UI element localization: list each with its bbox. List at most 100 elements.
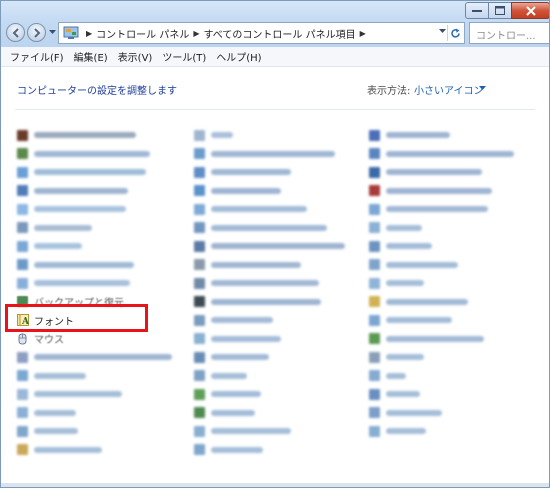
list-item-mouse[interactable]: マウス [17,330,172,349]
chevron-right-icon: ▶ [86,28,93,38]
list-item[interactable] [17,182,172,201]
list-item[interactable] [369,126,514,145]
list-item[interactable] [194,237,345,256]
list-item[interactable] [194,348,345,367]
item-icon [194,314,205,326]
list-item[interactable] [369,274,514,293]
blurred-label [386,391,420,398]
item-icon [369,166,380,178]
list-item[interactable] [194,311,345,330]
blurred-label [386,280,424,287]
blurred-label [386,298,468,305]
list-item[interactable] [194,163,345,182]
list-item[interactable] [17,145,172,164]
list-item[interactable] [17,126,172,145]
blurred-label [211,187,281,194]
chevron-right-icon[interactable]: ▶ [193,29,199,38]
list-item[interactable] [194,330,345,349]
list-item[interactable] [369,145,514,164]
list-item[interactable] [17,367,172,386]
menu-help[interactable]: ヘルプ(H) [211,49,266,64]
blurred-label [34,243,82,250]
back-button[interactable] [6,23,25,42]
list-item[interactable] [194,385,345,404]
items-column-1: バックアップと復元 A フォント マウス [17,126,172,459]
blurred-label [211,132,233,139]
list-item[interactable] [194,404,345,423]
minimize-button[interactable] [465,2,489,19]
menu-file[interactable]: ファイル(F) [5,49,69,64]
address-bar[interactable]: ▶ コントロール パネル ▶ すべてのコントロール パネル項目 ▶ [58,22,465,44]
list-item[interactable] [369,219,514,238]
forward-button[interactable] [27,23,46,42]
list-item[interactable] [194,219,345,238]
list-item[interactable] [17,441,172,460]
list-item[interactable] [17,404,172,423]
recent-pages-dropdown[interactable] [49,30,56,35]
list-item[interactable] [194,441,345,460]
list-item[interactable] [17,200,172,219]
list-item[interactable] [17,163,172,182]
refresh-button[interactable] [447,25,462,41]
list-item[interactable] [194,145,345,164]
list-item[interactable] [369,422,514,441]
list-item[interactable] [369,200,514,219]
blurred-label [386,132,450,139]
item-icon [17,277,28,289]
list-item[interactable] [17,274,172,293]
item-icon [194,277,205,289]
control-panel-icon [63,26,79,39]
maximize-button[interactable] [488,2,512,19]
list-item[interactable] [369,348,514,367]
chevron-right-icon[interactable]: ▶ [360,29,366,38]
view-by-dropdown[interactable]: 小さいアイコン [414,82,484,97]
search-input[interactable]: コントロー... [469,22,549,44]
item-icon [17,444,28,456]
menu-tools[interactable]: ツール(T) [157,49,211,64]
list-item[interactable] [194,422,345,441]
list-item[interactable] [17,385,172,404]
list-item[interactable] [194,256,345,275]
list-item[interactable] [369,182,514,201]
breadcrumb-control-panel[interactable]: コントロール パネル [96,26,189,41]
list-item[interactable] [194,367,345,386]
list-item[interactable] [369,330,514,349]
list-item[interactable] [194,200,345,219]
item-icon [369,296,380,308]
chevron-down-icon[interactable] [439,29,446,34]
blurred-label [211,169,291,176]
blurred-label [386,243,432,250]
window-bottom-edge [1,483,549,487]
list-item[interactable] [369,367,514,386]
list-item[interactable] [369,237,514,256]
menu-view[interactable]: 表示(V) [113,49,158,64]
item-icon [194,222,205,234]
list-item[interactable] [17,348,172,367]
list-item[interactable] [369,293,514,312]
list-item[interactable] [194,126,345,145]
list-item[interactable] [194,182,345,201]
list-item[interactable] [369,385,514,404]
item-icon [17,166,28,178]
breadcrumb-all-items[interactable]: すべてのコントロール パネル項目 [204,26,356,41]
chevron-down-icon[interactable] [479,86,486,90]
list-item[interactable] [369,256,514,275]
list-item[interactable] [194,274,345,293]
list-item[interactable] [17,422,172,441]
list-item[interactable] [17,219,172,238]
item-icon [369,148,380,160]
blurred-label [34,280,130,287]
menu-edit[interactable]: 編集(E) [69,49,113,64]
blurred-label [34,428,78,435]
item-icon [17,148,28,160]
list-item[interactable] [369,311,514,330]
list-item[interactable] [369,163,514,182]
list-item[interactable] [17,256,172,275]
close-button[interactable] [511,2,549,19]
list-item[interactable] [194,293,345,312]
arrow-left-icon [12,27,19,38]
list-item[interactable] [369,404,514,423]
page-title: コンピューターの設定を調整します [17,86,177,97]
blurred-label [386,169,482,176]
list-item[interactable] [17,237,172,256]
